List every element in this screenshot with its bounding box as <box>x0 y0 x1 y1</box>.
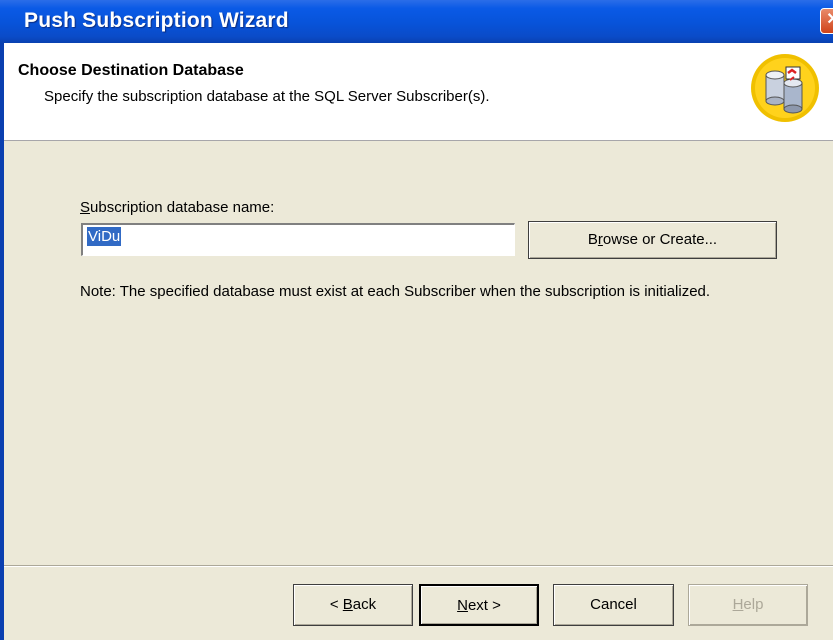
help-label: elp <box>743 596 764 613</box>
db-name-label: Subscription database name: <box>80 199 274 216</box>
db-name-value: ViDu <box>87 227 122 246</box>
back-mnemonic: B <box>342 596 353 613</box>
window-title: Push Subscription Wizard <box>24 9 289 32</box>
label-text: ubscription database name: <box>90 199 275 216</box>
cancel-label: Cancel <box>590 596 637 613</box>
title-bar[interactable]: Push Subscription Wizard ✕ <box>0 0 833 43</box>
next-mnemonic: N <box>457 597 468 614</box>
wizard-header: Choose Destination Database Specify the … <box>4 43 833 141</box>
subscription-db-input[interactable]: ViDu <box>81 223 515 256</box>
label-mnemonic: S <box>80 199 91 216</box>
close-icon: ✕ <box>826 11 833 28</box>
wizard-window: Push Subscription Wizard ✕ Choose Destin… <box>0 0 833 640</box>
database-icon <box>751 54 819 122</box>
page-subtitle: Specify the subscription database at the… <box>44 88 490 105</box>
page-title: Choose Destination Database <box>18 62 244 79</box>
browse-label-b: owse or Create... <box>602 231 718 248</box>
next-button[interactable]: Next > <box>419 584 539 626</box>
note-text: Note: The specified database must exist … <box>80 283 711 300</box>
close-button[interactable]: ✕ <box>820 8 833 34</box>
browse-or-create-button[interactable]: Browse or Create... <box>528 221 777 259</box>
back-prefix: < <box>329 596 343 613</box>
footer-divider <box>4 565 833 567</box>
help-mnemonic: H <box>732 596 744 613</box>
back-button[interactable]: < Back <box>293 584 413 626</box>
next-label: ext > <box>467 597 501 614</box>
back-label: ack <box>352 596 377 613</box>
cancel-button[interactable]: Cancel <box>553 584 674 626</box>
browse-label-a: B <box>587 231 598 248</box>
help-button[interactable]: Help <box>688 584 808 626</box>
